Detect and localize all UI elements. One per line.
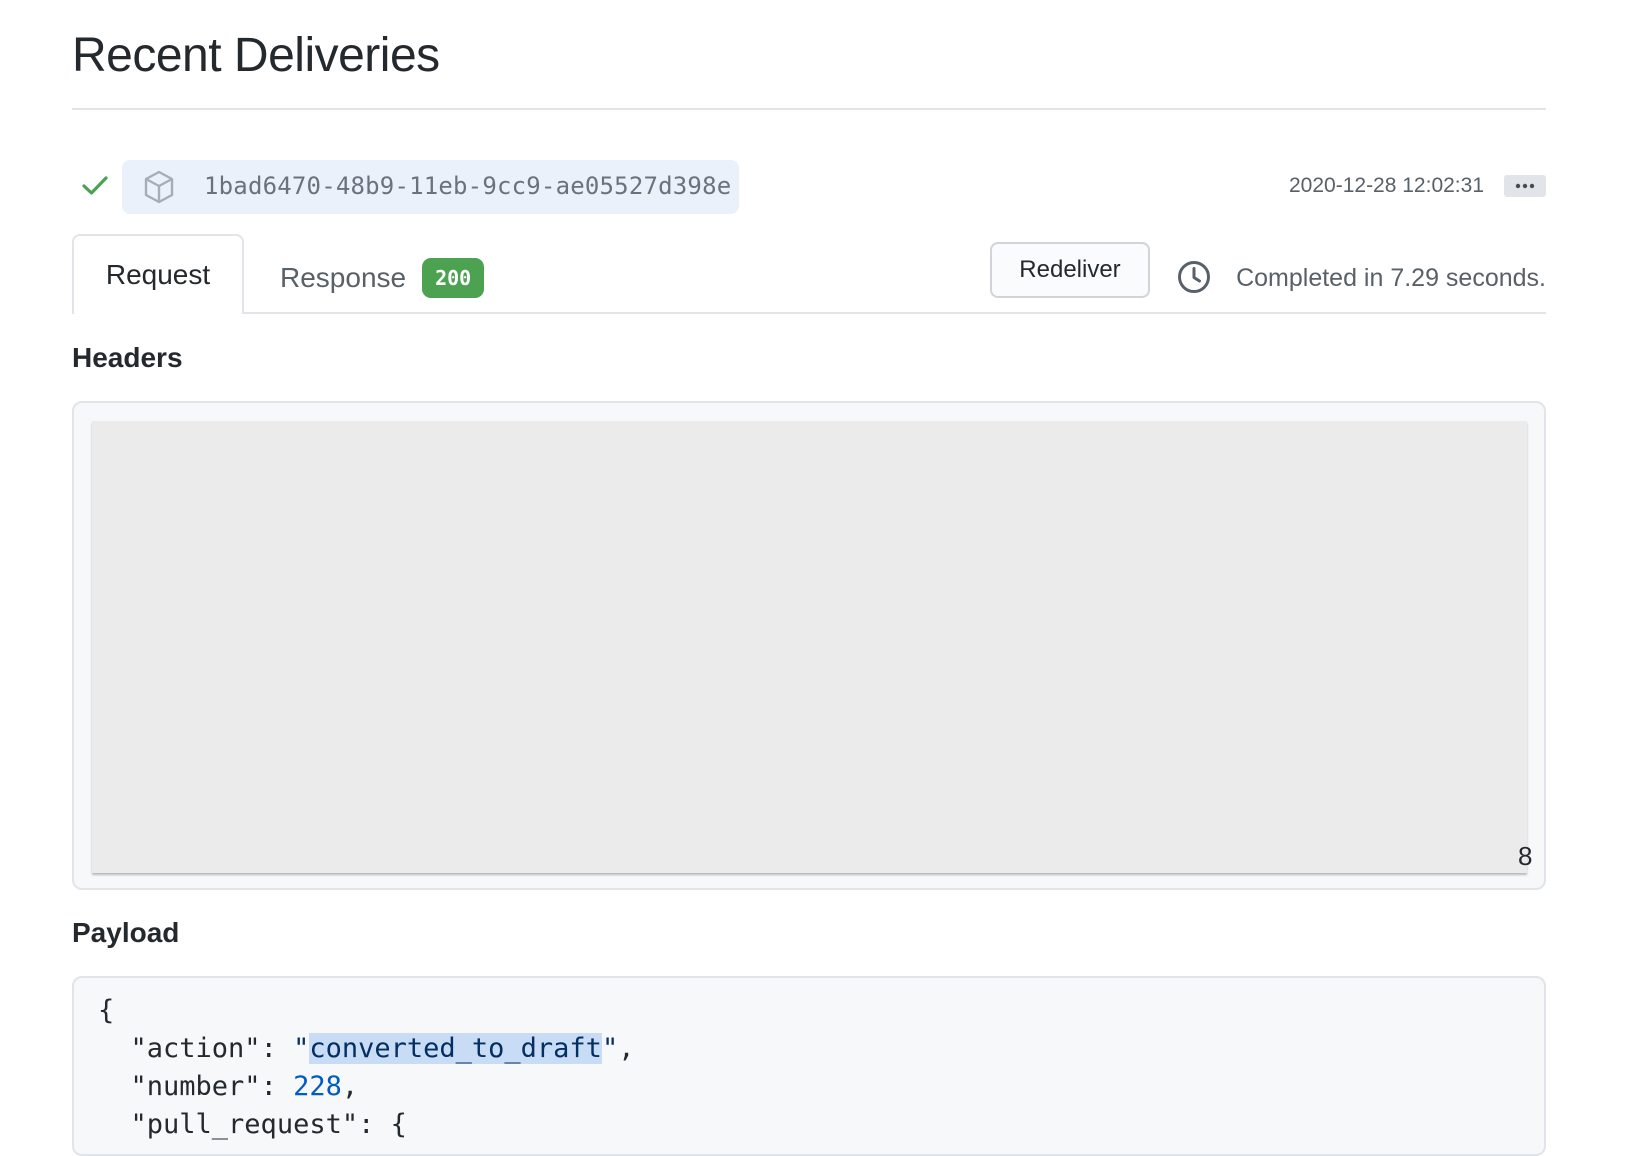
headers-title: Headers	[72, 342, 183, 373]
delivery-guid: 1bad6470-48b9-11eb-9cc9-ae05527d398e	[204, 172, 732, 200]
check-icon	[82, 176, 108, 195]
redeliver-button[interactable]: Redeliver	[990, 242, 1150, 298]
headers-content-redacted	[92, 421, 1527, 873]
title-divider	[72, 108, 1546, 110]
completed-duration: Completed in 7.29 seconds.	[1236, 264, 1546, 292]
code-brace: {	[390, 1109, 407, 1140]
headers-panel: 8	[72, 401, 1546, 890]
page-title: Recent Deliveries	[72, 29, 440, 82]
package-icon	[144, 170, 174, 204]
headers-trailing-text: 8	[1518, 841, 1533, 871]
code-key: "number"	[130, 1071, 261, 1102]
payload-title: Payload	[72, 917, 180, 948]
kebab-horizontal-icon	[1515, 183, 1535, 189]
clock-icon	[1178, 261, 1210, 293]
code-key: "pull_request"	[130, 1109, 359, 1140]
code-key: "action"	[130, 1033, 261, 1064]
delivery-guid-toggle[interactable]: 1bad6470-48b9-11eb-9cc9-ae05527d398e	[122, 160, 739, 214]
tab-response-label: Response	[280, 262, 407, 293]
tabs-divider	[72, 312, 1546, 314]
more-options-button[interactable]	[1504, 175, 1546, 197]
payload-panel[interactable]: { "action": "converted_to_draft", "numbe…	[72, 976, 1546, 1156]
delivery-timestamp: 2020-12-28 12:02:31	[1289, 174, 1484, 197]
code-brace: {	[98, 995, 115, 1026]
code-number: 228	[293, 1071, 342, 1102]
tab-request[interactable]: Request	[72, 234, 244, 314]
code-selected-text: converted_to_draft	[309, 1033, 602, 1064]
response-status-badge: 200	[422, 258, 485, 298]
tab-response[interactable]: Response 200	[280, 258, 485, 298]
payload-code[interactable]: { "action": "converted_to_draft", "numbe…	[98, 992, 634, 1144]
code-string: "converted_to_draft"	[293, 1033, 619, 1064]
